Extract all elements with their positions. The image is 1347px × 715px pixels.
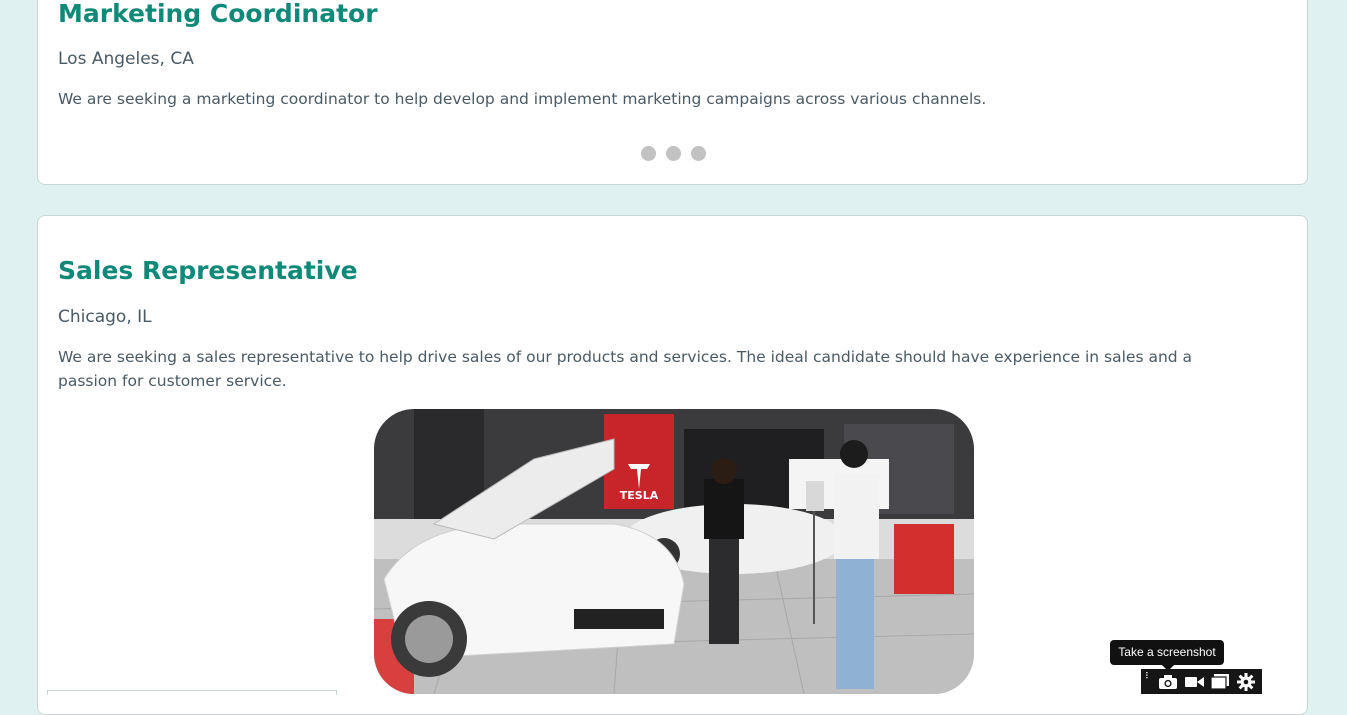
video-camera-icon[interactable] bbox=[1183, 671, 1205, 693]
store-sign: TESLA bbox=[620, 489, 659, 502]
carousel-dot-2[interactable] bbox=[666, 146, 681, 161]
job-location: Chicago, IL bbox=[58, 307, 152, 327]
showroom-photo: TESLA bbox=[374, 409, 974, 694]
carousel-dot-3[interactable] bbox=[691, 146, 706, 161]
job-description: We are seeking a marketing coordinator t… bbox=[58, 90, 987, 108]
job-title: Sales Representative bbox=[58, 256, 358, 285]
screenshot-toolbar: ⠇ bbox=[1141, 669, 1262, 694]
camera-icon[interactable] bbox=[1157, 671, 1179, 693]
job-title: Marketing Coordinator bbox=[58, 0, 378, 28]
gear-icon[interactable] bbox=[1235, 671, 1257, 693]
window-icon[interactable] bbox=[1209, 671, 1231, 693]
job-location: Los Angeles, CA bbox=[58, 49, 194, 69]
screenshot-tooltip: Take a screenshot bbox=[1110, 640, 1224, 671]
drag-handle-icon[interactable]: ⠇ bbox=[1145, 672, 1153, 691]
next-card-edge bbox=[47, 690, 337, 695]
job-description: We are seeking a sales representative to… bbox=[58, 348, 1193, 390]
carousel-dots bbox=[641, 146, 706, 161]
carousel-dot-1[interactable] bbox=[641, 146, 656, 161]
job-card-marketing-coordinator: Marketing Coordinator Los Angeles, CA We… bbox=[37, 0, 1308, 185]
